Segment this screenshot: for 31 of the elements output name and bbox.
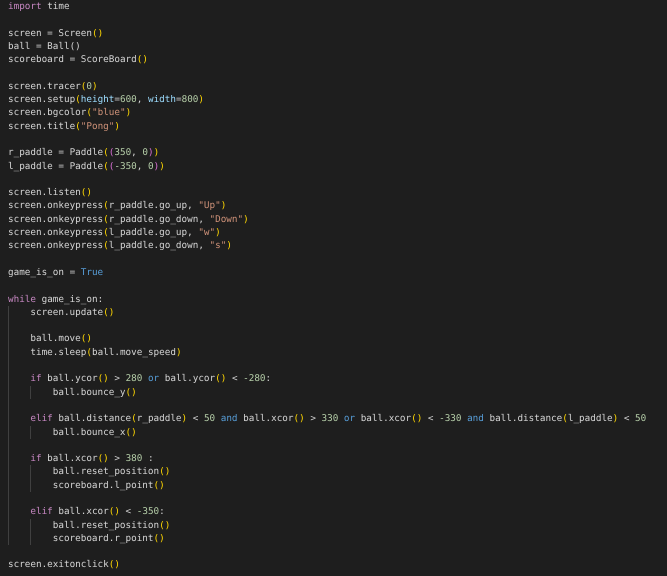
code-line: scoreboard.r_point() xyxy=(52,532,165,546)
code-line: screen.bgcolor("blue") xyxy=(8,106,132,120)
code-line: screen.title("Pong") xyxy=(8,120,120,133)
code-line: elif ball.xcor() < -350: xyxy=(30,505,165,519)
code-line: if ball.xcor() > 380 : xyxy=(30,452,154,466)
code-line: screen.onkeypress(r_paddle.go_down, "Down") xyxy=(8,212,249,226)
code-line: screen.update() xyxy=(30,306,114,320)
code-line: screen.onkeypress(l_paddle.go_down, "s") xyxy=(8,239,232,253)
code-line: scoreboard = ScoreBoard() xyxy=(8,53,148,66)
code-line: screen = Screen() xyxy=(8,26,104,40)
code-line: screen.tracer(0) xyxy=(8,80,98,94)
code-line: ball.move() xyxy=(30,332,92,346)
code-line: time.sleep(ball.move_speed) xyxy=(30,346,182,360)
code-line: game_is_on = True xyxy=(8,266,104,280)
code-line: ball.reset_position() xyxy=(52,465,170,479)
code-line: ball.bounce_x() xyxy=(52,426,137,439)
code-line: screen.setup(height=600, width=800) xyxy=(8,93,204,106)
code-line: screen.listen() xyxy=(8,186,92,200)
code-line: screen.onkeypress(l_paddle.go_up, "w") xyxy=(8,226,221,240)
code-line: screen.onkeypress(r_paddle.go_up, "Up") xyxy=(8,199,226,213)
code-line: scoreboard.l_point() xyxy=(52,478,165,492)
code-line: r_paddle = Paddle((350, 0)) xyxy=(8,146,160,160)
code-line: elif ball.distance(r_paddle) < 50 and ball.xcor() > 330 or ball.xcor() < -330 and ball.distance(l_paddle) < 50 xyxy=(30,412,646,426)
code-line: screen.exitonclick() xyxy=(8,558,120,572)
code-line: l_paddle = Paddle((-350, 0)) xyxy=(8,160,165,173)
code-line: ball.bounce_y() xyxy=(52,386,137,399)
code-line: ball.reset_position() xyxy=(52,518,170,532)
code-line: ball = Ball() xyxy=(8,40,81,54)
code-line: while game_is_on: xyxy=(8,292,104,306)
code-line: import time xyxy=(8,0,70,14)
code-line: if ball.ycor() > 280 or ball.ycor() < -280: xyxy=(30,372,272,386)
